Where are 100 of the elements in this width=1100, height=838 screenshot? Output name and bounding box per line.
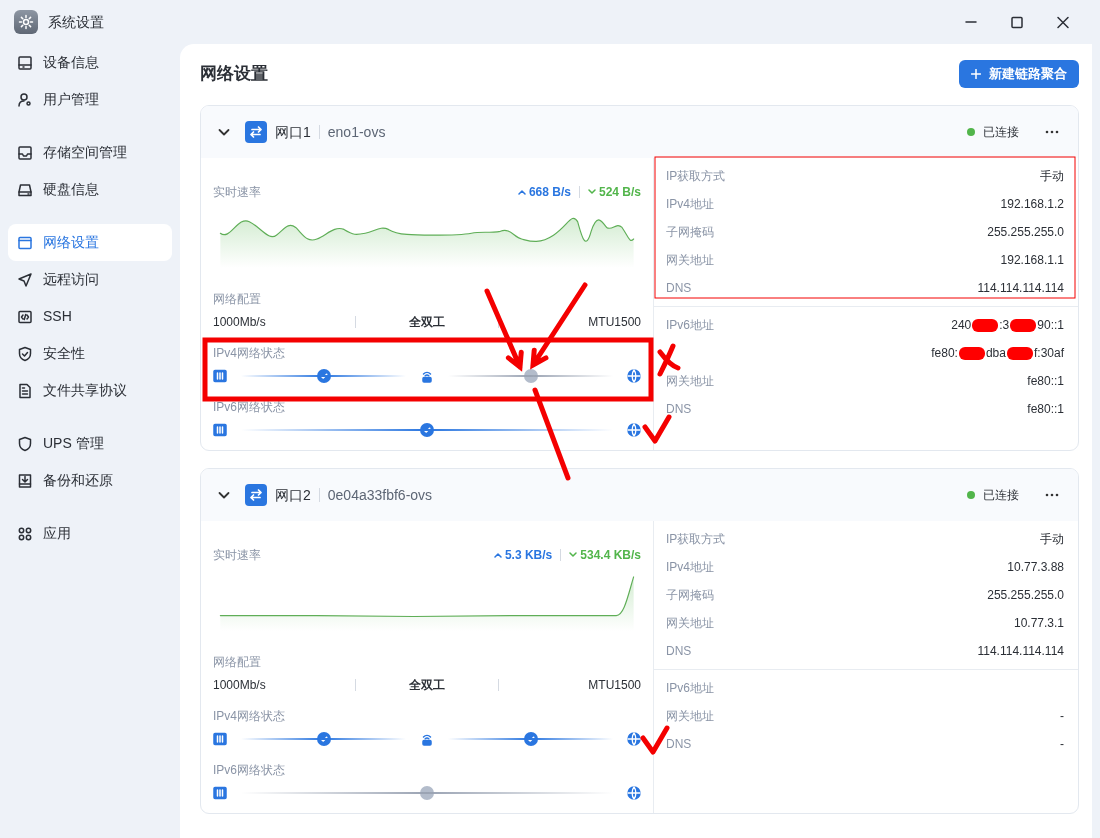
send-icon xyxy=(17,271,33,288)
sidebar-item[interactable]: SSH xyxy=(8,298,172,335)
field-label: IPv4地址 xyxy=(666,559,714,576)
sidebar-item[interactable]: 应用 xyxy=(8,515,172,552)
more-icon[interactable] xyxy=(1045,493,1059,497)
sidebar-item[interactable]: UPS 管理 xyxy=(8,425,172,462)
field-label: 网关地址 xyxy=(666,615,714,632)
globe-icon xyxy=(627,369,641,383)
ethernet-port-icon xyxy=(213,423,227,437)
field-value: fe80::1 xyxy=(1027,373,1064,390)
field-label: IPv6地址 xyxy=(666,680,714,697)
port-name: 网口1 xyxy=(275,122,311,142)
status-label: IPv6网络状态 xyxy=(213,399,286,416)
inbox-icon xyxy=(17,144,33,161)
field-value: 114.114.114.114 xyxy=(977,643,1064,660)
config-value: 1000Mb/s xyxy=(213,315,266,329)
speed-label: 实时速率 xyxy=(213,547,261,564)
ethernet-port-icon xyxy=(213,732,227,746)
monitor-icon xyxy=(17,54,33,71)
code-icon xyxy=(17,308,33,325)
field-label: IP获取方式 xyxy=(666,531,726,548)
field-label: IPv6地址 xyxy=(666,317,714,334)
field-label: IP获取方式 xyxy=(666,168,726,185)
check-mark xyxy=(642,414,672,444)
field-value: - xyxy=(1060,708,1064,725)
router-icon xyxy=(420,369,434,383)
field-value: :3 xyxy=(999,317,1010,334)
shield-icon xyxy=(17,435,33,452)
status-label: IPv4网络状态 xyxy=(213,345,286,362)
field-value: fe80::1 xyxy=(1027,401,1064,418)
ethernet-port-icon xyxy=(213,786,227,800)
device-name: 0e04a33fbf6-ovs xyxy=(318,488,433,502)
field-value: - xyxy=(1060,736,1064,753)
status-label: IPv4网络状态 xyxy=(213,708,286,725)
sidebar-item[interactable]: 硬盘信息 xyxy=(8,171,172,208)
document-icon xyxy=(17,382,33,399)
shield-check-icon xyxy=(17,345,33,362)
status-label: IPv6网络状态 xyxy=(213,762,286,779)
globe-icon xyxy=(627,732,641,746)
sidebar-item[interactable]: 文件共享协议 xyxy=(8,372,172,409)
field-value: 114.114.114.114 xyxy=(977,280,1064,297)
field-label: DNS xyxy=(666,280,692,297)
sidebar-item[interactable]: 安全性 xyxy=(8,335,172,372)
maximize-icon[interactable] xyxy=(1010,15,1024,29)
sidebar-item[interactable]: 远程访问 xyxy=(8,261,172,298)
download-speed: 524 B/s xyxy=(598,184,641,201)
ethernet-port-icon xyxy=(213,369,227,383)
field-value: 255.255.255.0 xyxy=(987,587,1064,604)
cross-mark xyxy=(657,343,681,377)
field-label: 子网掩码 xyxy=(666,224,714,241)
sidebar-item[interactable]: 网络设置 xyxy=(8,224,172,261)
status-text: 已连接 xyxy=(983,124,1019,141)
more-icon[interactable] xyxy=(1045,130,1059,134)
gear-icon xyxy=(14,10,38,34)
field-value: 90::1 xyxy=(1037,317,1064,334)
plus-icon xyxy=(971,69,981,79)
field-value: 192.168.1.1 xyxy=(1000,252,1064,269)
field-value: 255.255.255.0 xyxy=(987,224,1064,241)
field-label: DNS xyxy=(666,401,692,418)
close-icon[interactable] xyxy=(1056,15,1070,29)
field-label: IPv4地址 xyxy=(666,196,714,213)
field-value: dba xyxy=(985,345,1006,362)
upload-speed: 668 B/s xyxy=(528,184,571,201)
window-title: 系统设置 xyxy=(48,12,104,32)
window-icon xyxy=(17,234,33,251)
field-value: f:30af xyxy=(1033,345,1064,362)
field-label: 网关地址 xyxy=(666,252,714,269)
field-label: DNS xyxy=(666,736,692,753)
sidebar-item[interactable]: 存储空间管理 xyxy=(8,134,172,171)
field-value: 192.168.1.2 xyxy=(1000,196,1064,213)
config-value: 全双工 xyxy=(409,315,445,329)
config-label: 网络配置 xyxy=(213,291,262,308)
config-label: 网络配置 xyxy=(213,654,262,671)
swap-arrows-icon xyxy=(245,121,267,143)
save-icon xyxy=(17,472,33,489)
field-value: 手动 xyxy=(1040,531,1064,548)
field-value: 10.77.3.88 xyxy=(1007,559,1064,576)
config-value: 全双工 xyxy=(409,678,445,692)
swap-arrows-icon xyxy=(245,484,267,506)
add-button[interactable]: 新建链路聚合 xyxy=(959,60,1079,88)
config-value: MTU1500 xyxy=(588,315,641,329)
page-title: 网络设置 xyxy=(200,63,268,86)
field-label: 网关地址 xyxy=(666,708,714,725)
field-value: 240 xyxy=(951,317,972,334)
sidebar-item[interactable]: 设备信息 xyxy=(8,44,172,81)
speed-label: 实时速率 xyxy=(213,184,261,201)
status-text: 已连接 xyxy=(983,487,1019,504)
upload-speed: 5.3 KB/s xyxy=(504,547,553,564)
device-name: eno1-ovs xyxy=(318,125,386,139)
port-name: 网口2 xyxy=(275,485,311,505)
sidebar-item[interactable]: 用户管理 xyxy=(8,81,172,118)
field-label: DNS xyxy=(666,643,692,660)
config-value: 1000Mb/s xyxy=(213,678,266,692)
sidebar-item[interactable]: 备份和还原 xyxy=(8,462,172,499)
grid-icon xyxy=(17,525,33,542)
config-value: MTU1500 xyxy=(588,678,641,692)
field-value: 手动 xyxy=(1040,168,1064,185)
globe-icon xyxy=(627,423,641,437)
router-icon xyxy=(420,732,434,746)
download-speed: 534.4 KB/s xyxy=(580,547,641,564)
